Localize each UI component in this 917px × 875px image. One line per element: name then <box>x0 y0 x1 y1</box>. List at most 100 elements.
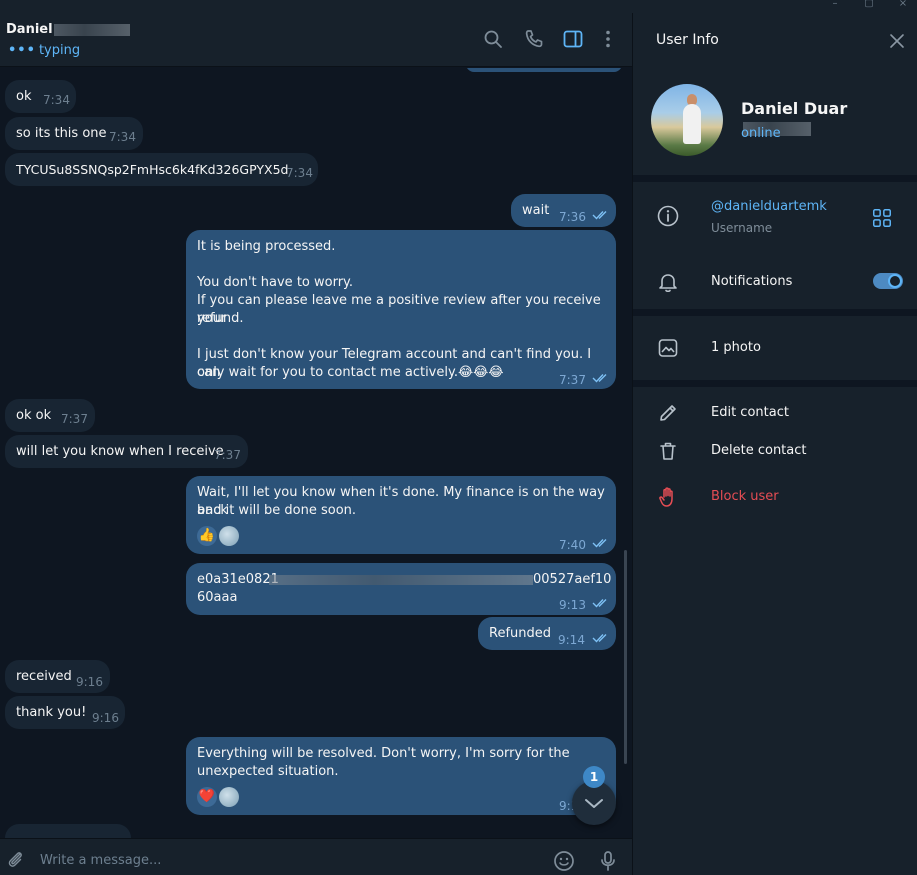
message-text: ok ok <box>16 408 52 423</box>
message-bubble-incoming[interactable]: TYCUSu8SSNQsp2FmHsc6k4fKd326GPYX5d 7:34 <box>5 153 318 186</box>
read-checkmarks-icon <box>592 634 607 643</box>
hash-start: e0a31e0821 <box>197 572 279 587</box>
reactions[interactable]: 👍 <box>197 526 239 546</box>
message-line: Everything will be resolved. Don't worry… <box>197 746 570 761</box>
message-bubble-incoming[interactable] <box>5 824 131 838</box>
emoji-icon[interactable] <box>552 849 576 873</box>
reaction-thumbs-up[interactable]: 👍 <box>197 526 217 546</box>
message-line: only wait for you to contact me actively… <box>197 365 504 380</box>
photo-icon <box>658 339 678 357</box>
profile-status: online <box>741 126 781 141</box>
profile-avatar[interactable] <box>651 84 723 156</box>
username-label: Username <box>711 221 773 235</box>
message-bubble-outgoing[interactable] <box>466 68 622 72</box>
read-checkmarks-icon <box>592 211 607 220</box>
message-line: Wait, I'll let you know when it's done. … <box>197 485 605 518</box>
chat-header: Daniel ••• typing <box>0 13 632 67</box>
panel-title: User Info <box>656 32 719 48</box>
message-bubble-outgoing[interactable]: It is being processed. You don't have to… <box>186 230 616 389</box>
maximize-button[interactable]: ▢ <box>862 0 876 10</box>
message-text: It is being processed. You don't have to… <box>197 238 607 382</box>
message-time: 9:16 <box>92 711 119 725</box>
shared-photos-link[interactable]: 1 photo <box>711 340 761 355</box>
read-checkmarks-icon <box>592 599 607 608</box>
message-bubble-incoming[interactable]: thank you! 9:16 <box>5 696 125 729</box>
pencil-icon <box>660 405 676 421</box>
message-line: and it will be done soon. <box>197 503 357 518</box>
toggle-sidebar-button[interactable] <box>561 27 585 51</box>
minimize-button[interactable]: – <box>828 0 842 10</box>
delete-contact-button[interactable]: Delete contact <box>711 443 807 458</box>
window-titlebar: – ▢ × <box>0 0 917 13</box>
close-panel-icon[interactable] <box>887 31 907 51</box>
message-line: 60aaa <box>197 590 238 605</box>
message-input[interactable]: Write a message... <box>40 853 161 868</box>
info-icon <box>657 205 679 227</box>
message-bubble-incoming[interactable]: ok 7:34 <box>5 80 76 113</box>
message-list[interactable]: ok 7:34 so its this one 7:34 TYCUSu8SSNQ… <box>0 68 632 838</box>
call-button[interactable] <box>522 27 546 51</box>
message-time: 7:37 <box>61 412 88 426</box>
phone-icon <box>525 30 543 48</box>
message-composer: Write a message... <box>0 838 632 875</box>
peer-status: ••• typing <box>8 43 81 58</box>
message-bubble-incoming[interactable]: so its this one 7:34 <box>5 117 143 150</box>
section-separator <box>633 175 917 182</box>
message-bubble-outgoing[interactable]: e0a31e0821 00527aef10 60aaa 9:13 <box>186 563 616 615</box>
message-time: 7:34 <box>109 130 136 144</box>
message-text: thank you! <box>16 705 87 720</box>
block-user-button[interactable]: Block user <box>711 489 779 504</box>
reactor-avatar <box>219 526 239 546</box>
microphone-icon[interactable] <box>596 849 620 873</box>
reactions[interactable]: ❤️ <box>197 787 239 807</box>
message-text: wait <box>522 203 550 218</box>
more-vertical-icon <box>606 30 610 48</box>
message-bubble-outgoing[interactable]: Everything will be resolved. Don't worry… <box>186 737 616 815</box>
section-separator <box>633 380 917 387</box>
edit-contact-button[interactable]: Edit contact <box>711 405 789 420</box>
sidebar-icon <box>563 30 583 48</box>
more-menu-button[interactable] <box>596 27 620 51</box>
message-bubble-outgoing[interactable]: Refunded 9:14 <box>478 617 616 650</box>
message-bubble-incoming[interactable]: ok ok 7:37 <box>5 399 95 432</box>
notifications-toggle[interactable] <box>873 273 903 289</box>
chat-scrollbar-thumb[interactable] <box>624 550 627 764</box>
chat-scrollbar[interactable] <box>622 68 628 838</box>
message-line: If you can please leave me a positive re… <box>197 293 601 326</box>
message-text: received <box>16 669 72 684</box>
message-text: ok <box>16 89 32 104</box>
read-checkmarks-icon <box>592 539 607 548</box>
reactor-avatar <box>219 787 239 807</box>
typing-indicator-icon: ••• <box>8 43 36 58</box>
message-time: 7:37 <box>559 373 586 387</box>
paperclip-icon[interactable] <box>4 848 26 870</box>
message-line: It is being processed. <box>197 239 336 254</box>
message-text: so its this one <box>16 126 107 141</box>
message-time: 9:13 <box>559 598 586 612</box>
message-line <box>197 256 607 274</box>
user-info-panel: User Info Daniel Duar online @danielduar… <box>633 13 917 875</box>
message-time: 7:34 <box>286 166 313 180</box>
avatar-body <box>683 104 701 144</box>
reaction-heart[interactable]: ❤️ <box>197 787 217 807</box>
notifications-label: Notifications <box>711 274 793 289</box>
message-text: Everything will be resolved. Don't worry… <box>197 745 607 781</box>
search-button[interactable] <box>481 27 505 51</box>
hash-end: 00527aef10 <box>533 572 612 587</box>
message-text: TYCUSu8SSNQsp2FmHsc6k4fKd326GPYX5d <box>16 162 289 177</box>
message-bubble-outgoing[interactable]: wait 7:36 <box>511 194 616 227</box>
bell-icon <box>659 274 677 293</box>
message-bubble-incoming[interactable]: will let you know when I receive 7:37 <box>5 435 248 468</box>
peer-name[interactable]: Daniel <box>6 22 130 37</box>
message-bubble-incoming[interactable]: received 9:16 <box>5 660 110 693</box>
message-time: 9:14 <box>558 633 585 647</box>
message-time: 7:40 <box>559 538 586 552</box>
message-bubble-outgoing[interactable]: Wait, I'll let you know when it's done. … <box>186 476 616 554</box>
qr-code-icon[interactable] <box>871 207 893 229</box>
close-window-button[interactable]: × <box>896 0 910 10</box>
message-line: I just don't know your Telegram account … <box>197 347 592 380</box>
trash-icon <box>660 442 676 460</box>
hand-stop-icon <box>659 487 673 507</box>
message-line <box>197 328 607 346</box>
username-link[interactable]: @danielduartemk <box>711 199 827 214</box>
